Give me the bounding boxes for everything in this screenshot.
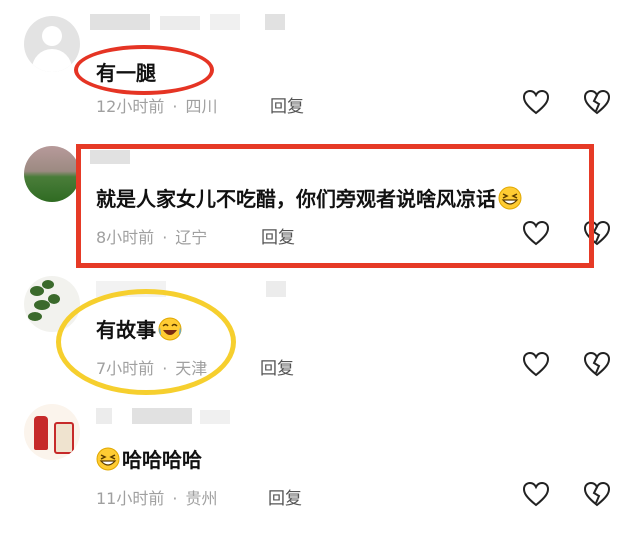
comment-meta: 11小时前 · 贵州 <box>96 485 217 509</box>
reply-button[interactable]: 回复 <box>268 484 302 509</box>
comment-time: 12小时前 <box>96 97 165 116</box>
avatar[interactable] <box>24 146 80 202</box>
reply-button[interactable]: 回复 <box>260 354 294 379</box>
red-ellipse-highlight <box>74 45 214 95</box>
meta-separator: · <box>172 489 178 508</box>
comment-location: 四川 <box>185 97 218 116</box>
username-blurred[interactable] <box>90 14 290 32</box>
reply-button[interactable]: 回复 <box>270 92 304 117</box>
comment-location: 贵州 <box>185 489 218 508</box>
grinning-squint-emoji-icon <box>96 447 120 471</box>
dislike-broken-heart-icon[interactable] <box>583 351 611 377</box>
avatar[interactable] <box>24 16 80 72</box>
default-avatar-body <box>32 49 72 72</box>
comment-text: 哈哈哈哈 <box>96 444 202 473</box>
like-heart-icon[interactable] <box>522 89 550 115</box>
box-shape <box>54 422 74 454</box>
dislike-broken-heart-icon[interactable] <box>583 481 611 507</box>
meta-separator: · <box>172 97 178 116</box>
like-heart-icon[interactable] <box>522 351 550 377</box>
dislike-broken-heart-icon[interactable] <box>583 89 611 115</box>
comment-time: 11小时前 <box>96 489 165 508</box>
red-rectangle-highlight <box>76 144 594 268</box>
avatar[interactable] <box>24 404 80 460</box>
comment-meta: 12小时前 · 四川 <box>96 93 217 117</box>
yellow-ellipse-highlight <box>56 289 236 395</box>
username-blurred[interactable] <box>96 408 246 426</box>
default-avatar-head <box>42 26 62 46</box>
bottle-shape <box>34 416 48 450</box>
like-heart-icon[interactable] <box>522 481 550 507</box>
